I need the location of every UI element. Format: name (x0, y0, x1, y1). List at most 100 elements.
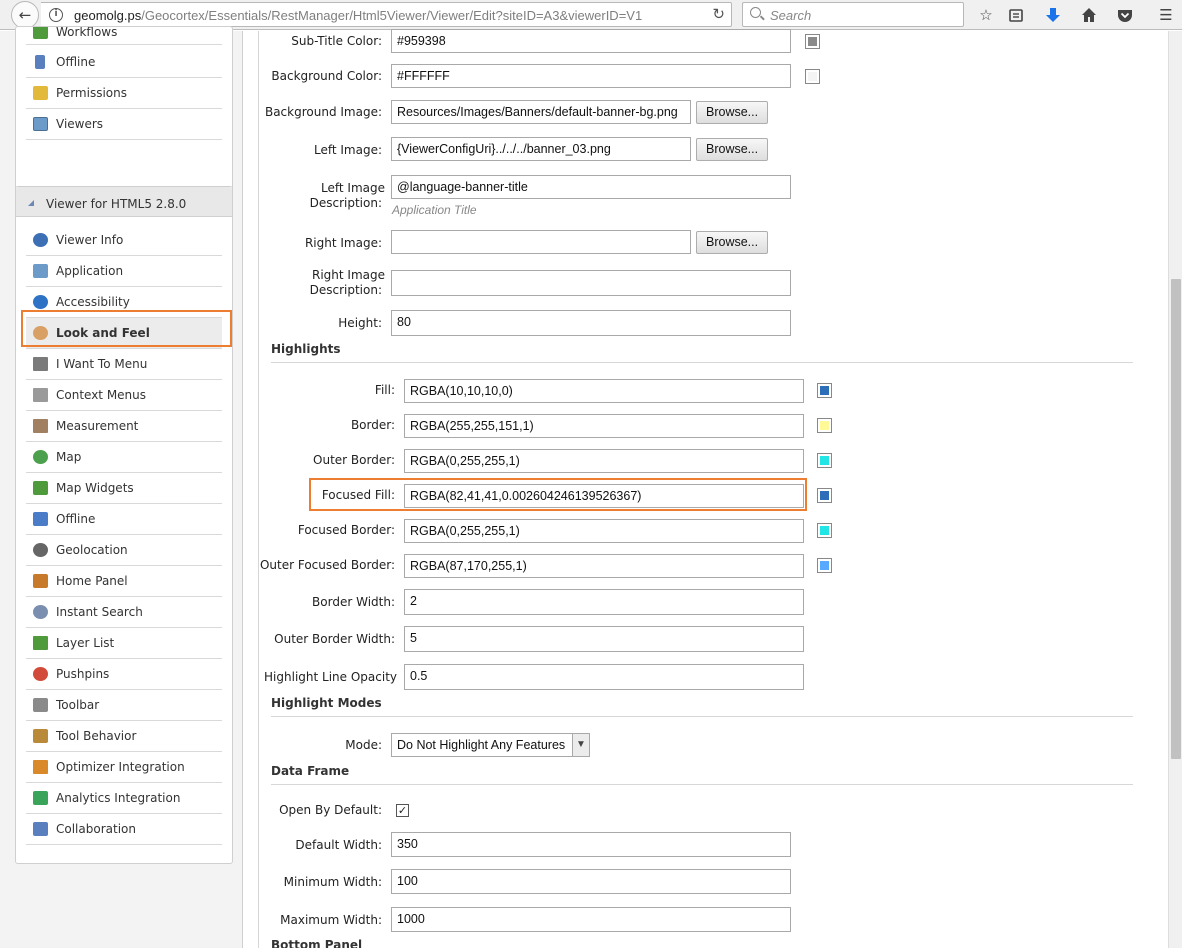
outer-focused-border-swatch[interactable] (817, 558, 832, 573)
fill-field[interactable]: RGBA(10,10,10,0) (404, 379, 804, 403)
focused-fill-swatch[interactable] (817, 488, 832, 503)
right-desc-field[interactable] (391, 270, 791, 296)
max-width-field[interactable]: 1000 (391, 907, 791, 932)
focused-fill-field[interactable]: RGBA(82,41,41,0.002604246139526367) (404, 484, 804, 508)
lock-icon (33, 86, 48, 100)
subtitle-color-field[interactable]: #959398 (391, 29, 791, 53)
outer-border-width-field[interactable]: 5 (404, 626, 804, 652)
house-icon (33, 574, 48, 588)
open-by-default-checkbox[interactable]: ✓ (396, 804, 409, 817)
sidebar: Workflows Offline Permissions Viewers Vi… (0, 26, 243, 948)
fill-swatch[interactable] (817, 383, 832, 398)
sidebar-item-geolocation[interactable]: Geolocation (26, 535, 222, 566)
toolbar-icon (33, 698, 48, 712)
sidebar-item-map-widgets[interactable]: Map Widgets (26, 473, 222, 504)
scrollbar-thumb[interactable] (1171, 279, 1181, 759)
border-swatch[interactable] (817, 418, 832, 433)
subtitle-color-swatch[interactable] (805, 34, 820, 49)
sidebar-item-viewers[interactable]: Viewers (26, 109, 222, 140)
border-label: Border: (350, 418, 395, 432)
outer-border-label: Outer Border: (313, 453, 395, 467)
search-placeholder: Search (770, 8, 812, 23)
address-bar[interactable]: i geomolg.ps/Geocortex/Essentials/RestMa… (41, 2, 743, 27)
back-arrow-icon: ← (18, 6, 32, 24)
outer-border-field[interactable]: RGBA(0,255,255,1) (404, 449, 804, 473)
focused-border-swatch[interactable] (817, 523, 832, 538)
sidebar-item-workflows[interactable]: Workflows (26, 27, 222, 45)
sidebar-item-home-panel[interactable]: Home Panel (26, 566, 222, 597)
height-field[interactable]: 80 (391, 310, 791, 336)
sidebar-item-analytics-integration[interactable]: Analytics Integration (26, 783, 222, 814)
min-width-label: Minimum Width: (283, 875, 382, 889)
sidebar-item-label: Measurement (56, 419, 139, 433)
vertical-scrollbar[interactable] (1168, 31, 1182, 948)
sidebar-item-instant-search[interactable]: Instant Search (26, 597, 222, 628)
left-image-browse-button[interactable]: Browse... (696, 138, 769, 161)
left-image-field[interactable]: {ViewerConfigUri}../../../banner_03.png (391, 137, 691, 161)
download-icon[interactable] (1041, 3, 1065, 27)
border-field[interactable]: RGBA(255,255,151,1) (404, 414, 804, 438)
reload-icon[interactable]: ↻ (712, 5, 725, 23)
bookmark-star-icon[interactable]: ☆ (974, 3, 998, 27)
bg-image-browse-button[interactable]: Browse... (696, 101, 769, 124)
outer-border-swatch[interactable] (817, 453, 832, 468)
outer-focused-border-field[interactable]: RGBA(87,170,255,1) (404, 554, 804, 578)
back-button[interactable]: ← (11, 1, 39, 29)
sidebar-item-accessibility[interactable]: Accessibility (26, 287, 222, 318)
focused-border-field[interactable]: RGBA(0,255,255,1) (404, 519, 804, 543)
sidebar-item-collaboration[interactable]: Collaboration (26, 814, 222, 845)
sidebar-top-panel: Workflows Offline Permissions Viewers (15, 26, 233, 196)
sidebar-item-tool-behavior[interactable]: Tool Behavior (26, 721, 222, 752)
sidebar-item-label: Analytics Integration (56, 791, 181, 805)
line-opacity-field[interactable]: 0.5 (404, 664, 804, 690)
default-width-field[interactable]: 350 (391, 832, 791, 857)
line-opacity-label: Highlight Line Opacity (264, 670, 397, 684)
sidebar-item-optimizer-integration[interactable]: Optimizer Integration (26, 752, 222, 783)
min-width-field[interactable]: 100 (391, 869, 791, 894)
height-label: Height: (338, 316, 382, 330)
sidebar-item-context-menus[interactable]: Context Menus (26, 380, 222, 411)
menu-list-icon (33, 388, 48, 402)
sidebar-item-measurement[interactable]: Measurement (26, 411, 222, 442)
sidebar-item-toolbar[interactable]: Toolbar (26, 690, 222, 721)
sidebar-item-offline[interactable]: Offline (26, 504, 222, 535)
sidebar-item-label: Instant Search (56, 605, 143, 619)
mode-select[interactable]: Do Not Highlight Any Features ▼ (391, 733, 590, 757)
focused-fill-label: Focused Fill: (321, 488, 395, 502)
sidebar-item-offline-top[interactable]: Offline (26, 47, 222, 78)
border-width-field[interactable]: 2 (404, 589, 804, 615)
viewer-panel: Viewer for HTML5 2.8.0 Viewer Info Applic… (15, 186, 233, 864)
sidebar-item-pushpins[interactable]: Pushpins (26, 659, 222, 690)
sidebar-item-map[interactable]: Map (26, 442, 222, 473)
application-icon (33, 264, 48, 278)
sidebar-item-look-and-feel[interactable]: Look and Feel (26, 318, 222, 349)
sidebar-item-permissions[interactable]: Permissions (26, 78, 222, 109)
sidebar-item-i-want-to-menu[interactable]: I Want To Menu (26, 349, 222, 380)
bg-color-swatch[interactable] (805, 69, 820, 84)
sidebar-item-viewer-info[interactable]: Viewer Info (26, 225, 222, 256)
sidebar-item-layer-list[interactable]: Layer List (26, 628, 222, 659)
satellite-icon (33, 512, 48, 526)
reading-list-icon[interactable] (1004, 3, 1028, 27)
sidebar-item-application[interactable]: Application (26, 256, 222, 287)
viewer-panel-header[interactable]: Viewer for HTML5 2.8.0 (16, 187, 232, 217)
left-image-label: Left Image: (313, 143, 382, 157)
sidebar-item-label: Optimizer Integration (56, 760, 185, 774)
bg-image-field[interactable]: Resources/Images/Banners/default-banner-… (391, 100, 691, 124)
pocket-icon[interactable] (1113, 3, 1137, 27)
right-image-label: Right Image: (304, 236, 382, 250)
bg-color-field[interactable]: #FFFFFF (391, 64, 791, 88)
right-image-browse-button[interactable]: Browse... (696, 231, 769, 254)
left-desc-field[interactable]: @language-banner-title (391, 175, 791, 199)
viewers-icon (33, 117, 48, 131)
analytics-icon (33, 791, 48, 805)
collaboration-icon (33, 822, 48, 836)
home-icon[interactable] (1077, 3, 1101, 27)
browser-search-input[interactable]: Search (742, 2, 964, 27)
site-info-icon[interactable]: i (49, 8, 63, 22)
sidebar-item-label: Map (56, 450, 82, 464)
right-image-field[interactable] (391, 230, 691, 254)
menu-icon[interactable]: ☰ (1154, 3, 1178, 27)
ruler-icon (33, 419, 48, 433)
bg-color-label: Background Color: (271, 69, 382, 83)
